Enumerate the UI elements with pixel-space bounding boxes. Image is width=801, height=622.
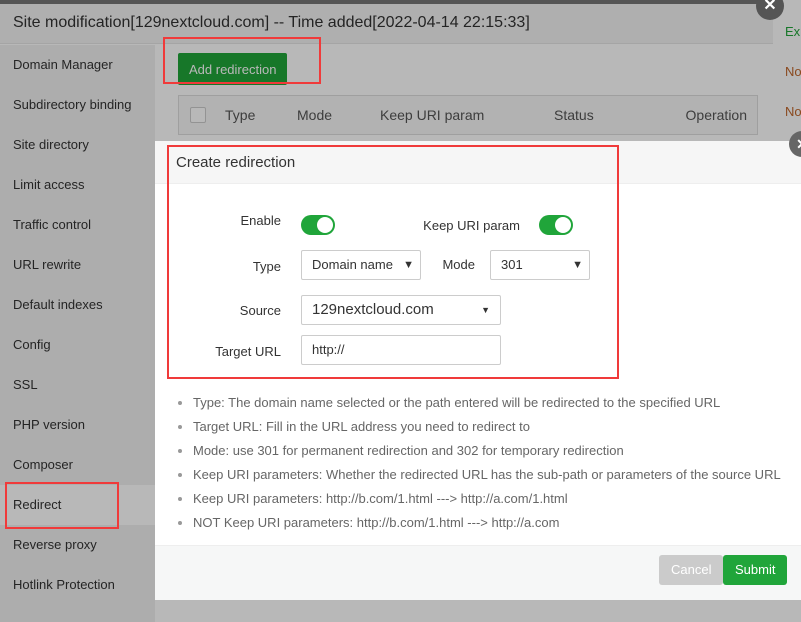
modal-footer: Cancel Submit — [155, 545, 801, 600]
note-item: Mode: use 301 for permanent redirection … — [175, 439, 781, 463]
note-item: Type: The domain name selected or the pa… — [175, 391, 781, 415]
submit-button[interactable]: Submit — [723, 555, 788, 585]
cancel-button[interactable]: Cancel — [659, 555, 724, 585]
help-notes: Type: The domain name selected or the pa… — [175, 391, 781, 535]
highlight-box — [5, 482, 119, 529]
highlight-box — [167, 145, 619, 379]
note-item: Keep URI parameters: http://b.com/1.html… — [175, 487, 781, 511]
note-item: NOT Keep URI parameters: http://b.com/1.… — [175, 511, 781, 535]
highlight-box — [163, 37, 321, 84]
note-item: Keep URI parameters: Whether the redirec… — [175, 463, 781, 487]
note-item: Target URL: Fill in the URL address you … — [175, 415, 781, 439]
